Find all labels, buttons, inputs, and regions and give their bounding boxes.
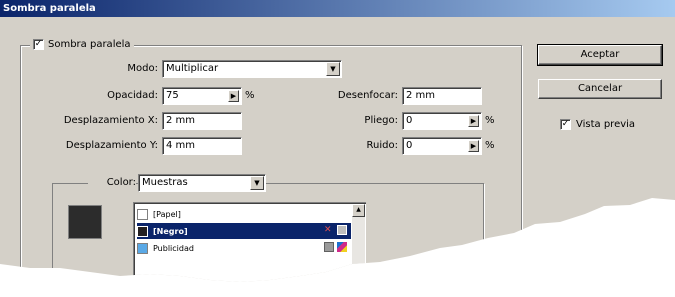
swatch-name: [Papel] [153,209,181,219]
offset-x-label: Desplazamiento X: [63,115,158,126]
offset-y-field[interactable]: 4 mm [162,137,242,155]
swatch-list[interactable]: [Papel] [Negro] ✕ Publicidad ▲ [133,202,366,282]
no-edit-icon: ✕ [324,225,332,235]
process-color-icon [337,225,347,235]
ok-button[interactable]: Aceptar [537,44,663,66]
swatch-chip [137,225,148,237]
swatch-row-paper[interactable]: [Papel] [137,206,351,222]
swatch-row-publicidad[interactable]: Publicidad [137,240,351,256]
cmyk-mode-icon [337,242,347,252]
swatch-attributes [324,242,347,252]
drop-shadow-dialog: Sombra paralela ✓ Sombra paralela Modo: … [0,0,675,282]
noise-label: Ruido: [366,140,398,151]
color-dropdown[interactable]: Muestras ▼ [138,174,266,192]
cancel-button[interactable]: Cancelar [538,79,662,99]
preview-label: Vista previa [576,119,636,130]
swatch-chip [137,208,148,220]
opacity-unit: % [245,90,255,101]
swatch-chip [137,242,148,254]
spread-unit: % [485,115,495,126]
blur-field[interactable]: 2 mm [402,87,482,105]
offset-x-field[interactable]: 2 mm [162,112,242,130]
mode-dropdown[interactable]: Multiplicar ▼ [162,60,342,78]
noise-unit: % [485,140,495,151]
mode-label: Modo: [127,63,158,74]
shadow-enabled-label: Sombra paralela [48,38,131,50]
noise-arrow-icon[interactable]: ▶ [468,140,479,152]
spread-field[interactable]: 0 ▶ [402,112,482,130]
spread-label: Pliego: [364,115,398,126]
process-color-icon [324,242,334,252]
color-preview-swatch [68,205,102,239]
preview-checkbox[interactable]: ✓ [560,119,571,130]
shadow-enabled-checkbox[interactable]: ✓ [33,38,44,50]
opacity-label: Opacidad: [107,90,158,101]
spread-value: 0 [406,115,413,126]
offset-y-label: Desplazamiento Y: [65,140,158,151]
shadow-group-legend: ✓ Sombra paralela [30,37,134,51]
opacity-arrow-icon[interactable]: ▶ [228,90,239,102]
color-source-value: Muestras [142,177,188,188]
swatch-row-black[interactable]: [Negro] ✕ [137,223,351,239]
blur-label: Desenfocar: [337,90,398,101]
swatch-attributes: ✕ [324,225,347,235]
scroll-up-icon[interactable]: ▲ [352,204,365,217]
preview-option[interactable]: ✓ Vista previa [560,119,635,130]
noise-field[interactable]: 0 ▶ [402,137,482,155]
spread-arrow-icon[interactable]: ▶ [468,115,479,127]
color-label: Color: [88,175,136,191]
opacity-field[interactable]: 75 ▶ [162,87,242,105]
chevron-down-icon[interactable]: ▼ [250,176,264,190]
swatch-name: [Negro] [153,226,188,236]
swatch-list-scrollbar[interactable]: ▲ [352,204,365,282]
noise-value: 0 [406,140,413,151]
mode-value: Multiplicar [166,63,219,74]
opacity-value: 75 [166,90,179,101]
swatch-name: Publicidad [153,243,194,253]
dialog-title: Sombra paralela [0,0,675,17]
chevron-down-icon[interactable]: ▼ [326,62,340,76]
